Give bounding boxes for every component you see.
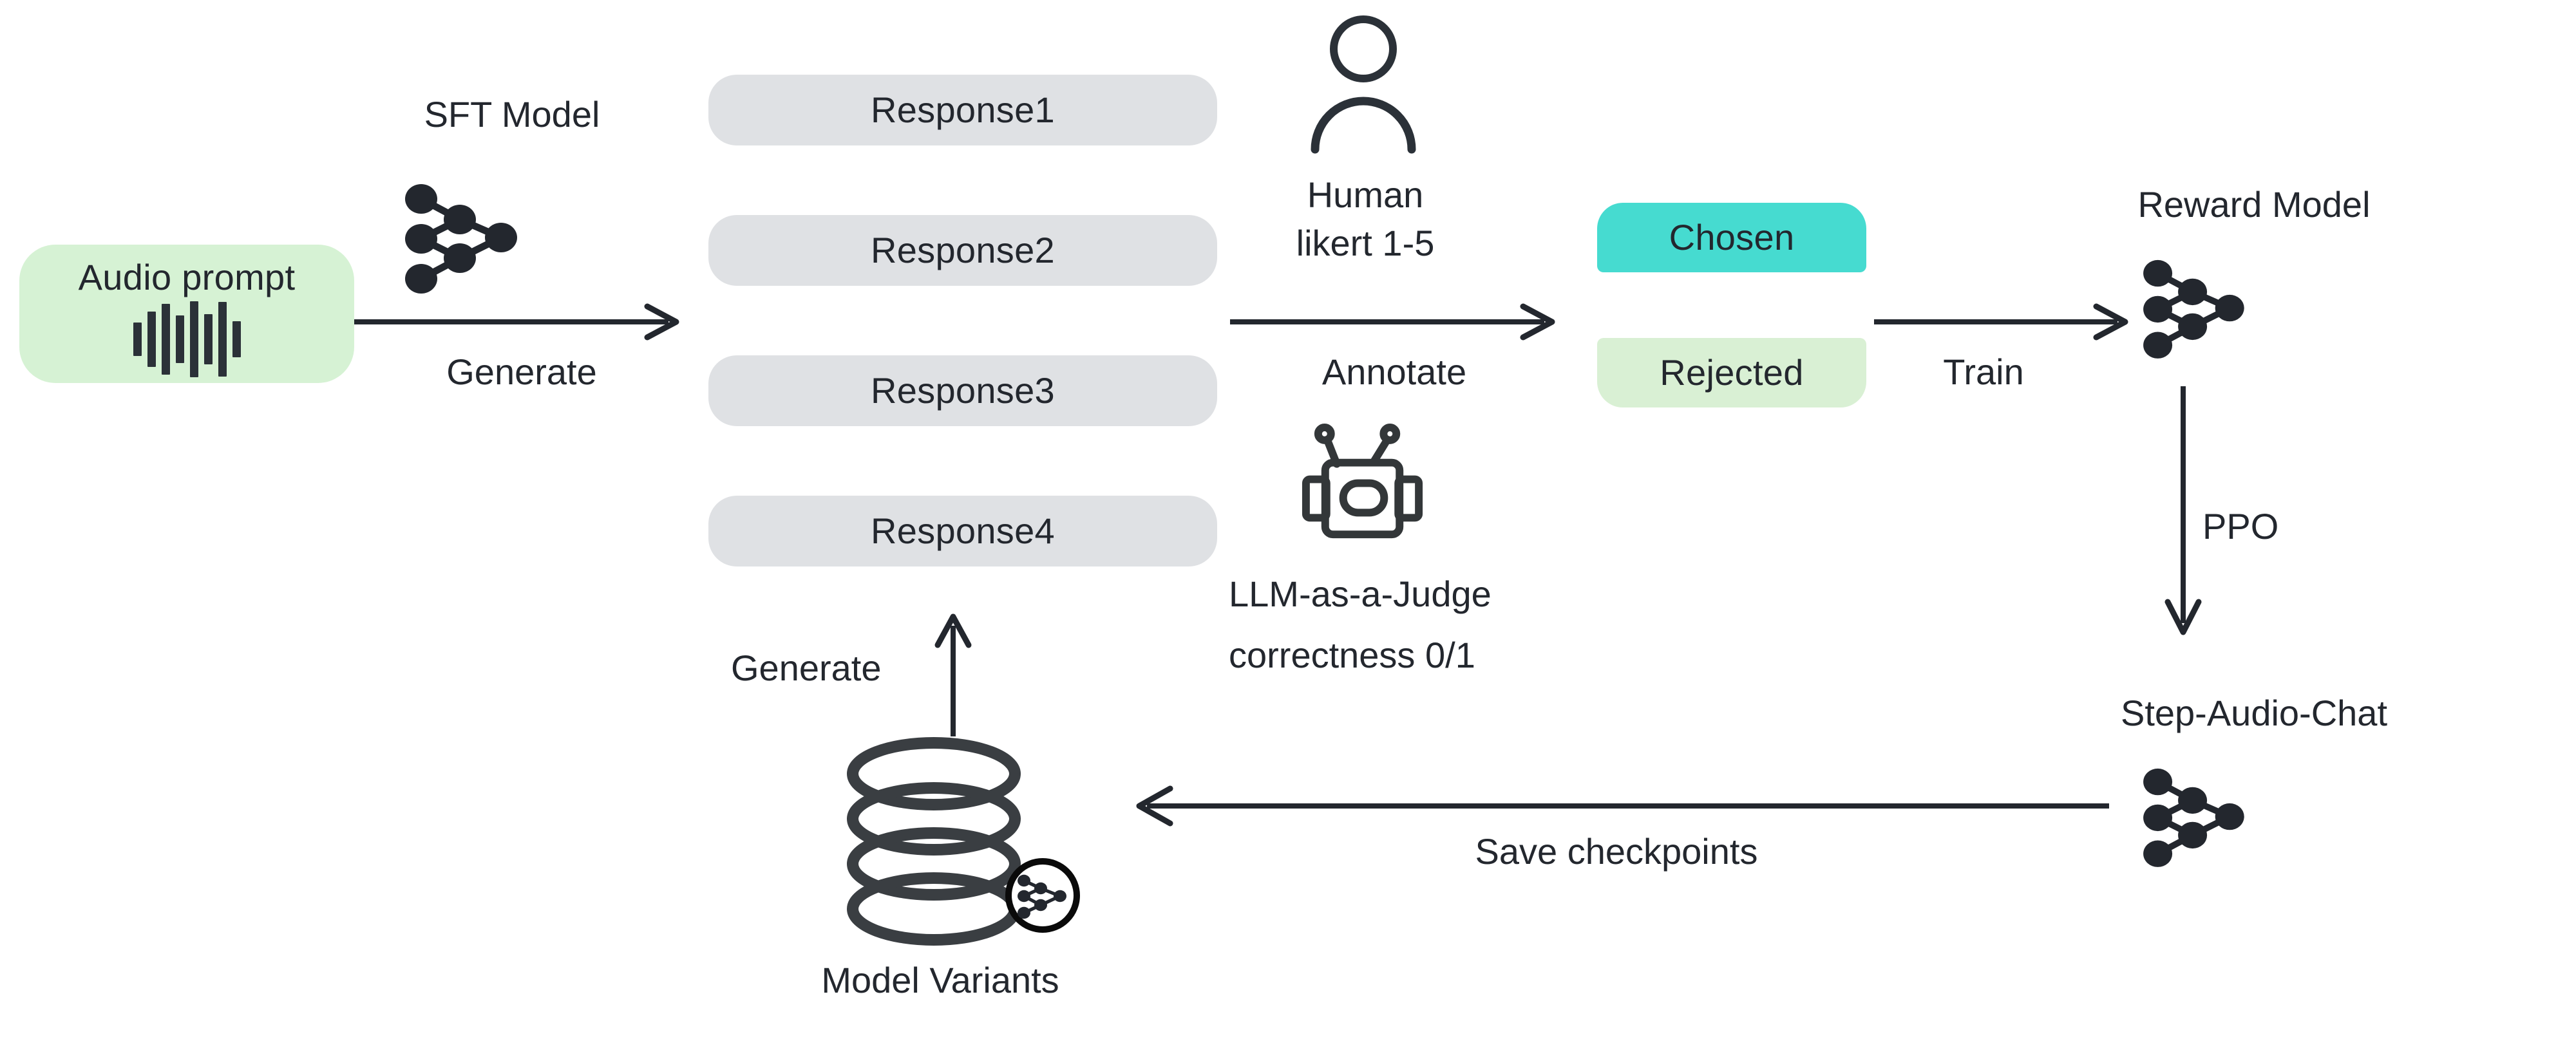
response-3-node[interactable]: Response3 (708, 355, 1217, 426)
response-4-node[interactable]: Response4 (708, 496, 1217, 566)
human-annotator-line2: likert 1-5 (1296, 223, 1435, 263)
human-annotator-line1: Human (1307, 174, 1424, 215)
chosen-label: Chosen (1669, 217, 1795, 258)
step-audio-chat-neural-network-icon (2138, 756, 2283, 872)
waveform-bar (161, 304, 170, 375)
waveform-bar (232, 321, 241, 358)
audio-prompt-label: Audio prompt (78, 256, 296, 297)
neural-network-badge-icon (1003, 856, 1082, 935)
waveform-bar (147, 312, 156, 368)
waveform-bar (175, 315, 184, 364)
step-audio-chat-label: Step-Audio-Chat (2120, 693, 2387, 733)
diagram-canvas: Audio prompt SFT Model Generate Response… (0, 0, 2576, 1048)
chosen-node[interactable]: Chosen (1597, 203, 1866, 272)
person-icon (1302, 14, 1425, 162)
response-1-label: Response1 (870, 89, 1055, 131)
llm-judge-line1: LLM-as-a-Judge (1229, 574, 1492, 614)
audio-prompt-node[interactable]: Audio prompt (19, 245, 354, 383)
save-checkpoints-arrow-left-icon (1130, 785, 2109, 827)
generate-arrow-right-icon (354, 303, 683, 341)
waveform-bar (133, 323, 142, 357)
ppo-arrow-down-icon (2164, 386, 2202, 637)
sft-model-label: SFT Model (424, 94, 600, 135)
model-variants-label: Model Variants (821, 960, 1059, 1000)
response-3-label: Response3 (870, 370, 1055, 411)
audio-waveform-icon (133, 301, 241, 378)
sft-model-neural-network-icon (399, 171, 560, 299)
reward-model-label: Reward Model (2137, 184, 2371, 225)
waveform-bar (204, 314, 213, 365)
generate-up-edge-label: Generate (731, 648, 882, 688)
response-4-label: Response4 (870, 510, 1055, 552)
robot-icon (1294, 422, 1433, 560)
response-2-label: Response2 (870, 230, 1055, 271)
annotate-arrow-icon (1230, 303, 1558, 341)
rejected-node[interactable]: Rejected (1597, 338, 1866, 407)
llm-judge-line2: correctness 0/1 (1229, 635, 1475, 675)
annotate-edge-label: Annotate (1321, 351, 1467, 392)
response-1-node[interactable]: Response1 (708, 75, 1217, 145)
train-arrow-icon (1874, 303, 2132, 341)
generate-right-edge-label: Generate (446, 351, 597, 392)
waveform-bar (189, 301, 198, 378)
reward-model-neural-network-icon (2138, 248, 2283, 364)
rejected-label: Rejected (1660, 352, 1804, 393)
ppo-edge-label: PPO (2202, 506, 2279, 547)
train-edge-label: Train (1943, 351, 2024, 392)
response-2-node[interactable]: Response2 (708, 215, 1217, 286)
waveform-bar (218, 302, 227, 377)
save-checkpoints-edge-label: Save checkpoints (1475, 831, 1758, 872)
